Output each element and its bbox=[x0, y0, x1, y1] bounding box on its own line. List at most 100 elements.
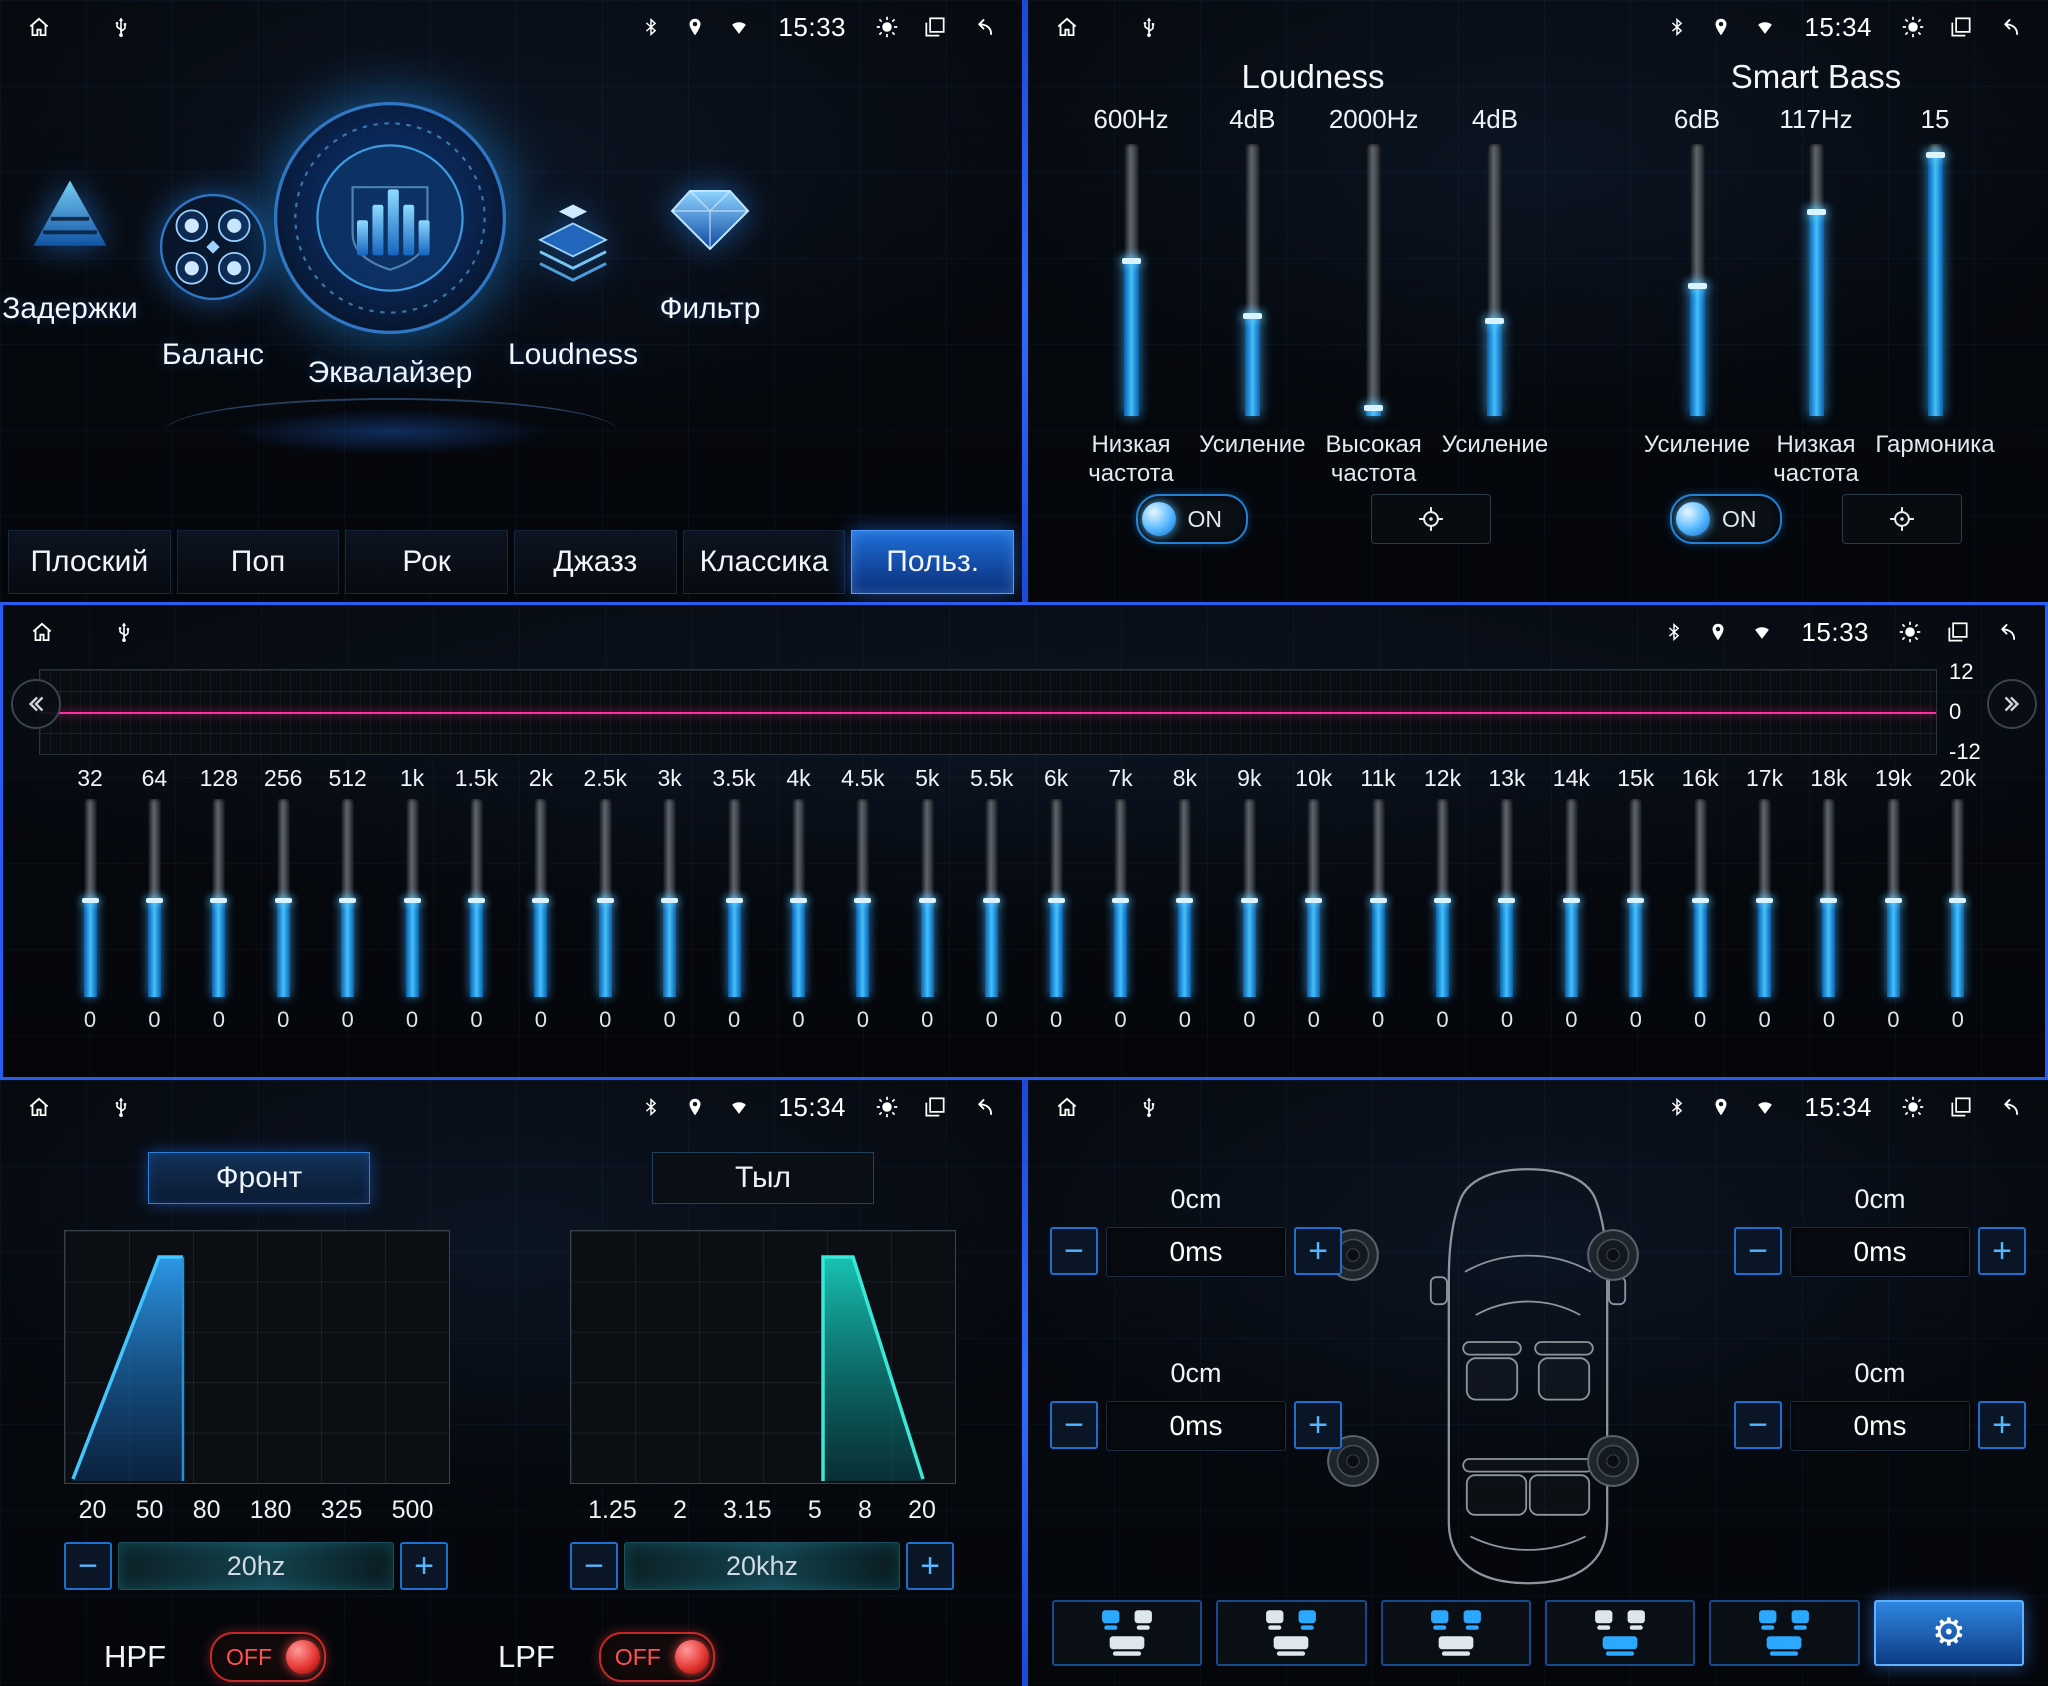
vertical-slider[interactable]: 2000Hz Высокая частота bbox=[1317, 104, 1431, 490]
eq-band[interactable]: 13k 0 bbox=[1478, 765, 1536, 1065]
back-icon[interactable] bbox=[970, 14, 996, 40]
recents-icon[interactable] bbox=[1945, 619, 1971, 645]
eq-band[interactable]: 32 0 bbox=[61, 765, 119, 1065]
eq-band[interactable]: 16k 0 bbox=[1671, 765, 1729, 1065]
recents-icon[interactable] bbox=[1948, 14, 1974, 40]
delay-increase-button[interactable]: + bbox=[1978, 1227, 2026, 1275]
tab-front[interactable]: Фронт bbox=[148, 1152, 370, 1204]
band-track[interactable] bbox=[856, 799, 869, 997]
eq-band[interactable]: 256 0 bbox=[254, 765, 312, 1065]
vertical-slider[interactable]: 117Hz Низкая частота bbox=[1759, 104, 1873, 490]
home-icon[interactable] bbox=[26, 14, 52, 40]
eq-band[interactable]: 1k 0 bbox=[383, 765, 441, 1065]
band-track[interactable] bbox=[792, 799, 805, 997]
brightness-icon[interactable] bbox=[1900, 1094, 1926, 1120]
eq-band[interactable]: 2k 0 bbox=[512, 765, 570, 1065]
menu-item-filter[interactable]: Фильтр bbox=[635, 150, 785, 326]
band-track[interactable] bbox=[599, 799, 612, 997]
delay-decrease-button[interactable]: − bbox=[1734, 1227, 1782, 1275]
preset-button[interactable]: Джазз bbox=[514, 530, 677, 594]
recents-icon[interactable] bbox=[922, 1094, 948, 1120]
eq-band[interactable]: 5k 0 bbox=[898, 765, 956, 1065]
band-track[interactable] bbox=[534, 799, 547, 997]
menu-item-delays[interactable]: Задержки bbox=[0, 150, 145, 326]
lpf-off-toggle[interactable]: OFF bbox=[599, 1632, 715, 1682]
lpf-increase-button[interactable]: + bbox=[906, 1542, 954, 1590]
band-track[interactable] bbox=[1372, 799, 1385, 997]
band-track[interactable] bbox=[212, 799, 225, 997]
back-icon[interactable] bbox=[1996, 14, 2022, 40]
band-track[interactable] bbox=[663, 799, 676, 997]
eq-band[interactable]: 7k 0 bbox=[1092, 765, 1150, 1065]
listening-position-button-4[interactable] bbox=[1545, 1600, 1695, 1666]
band-track[interactable] bbox=[1887, 799, 1900, 997]
home-icon[interactable] bbox=[1054, 1094, 1080, 1120]
eq-band[interactable]: 6k 0 bbox=[1027, 765, 1085, 1065]
band-track[interactable] bbox=[1951, 799, 1964, 997]
brightness-icon[interactable] bbox=[874, 1094, 900, 1120]
eq-band[interactable]: 15k 0 bbox=[1607, 765, 1665, 1065]
slider-track[interactable] bbox=[1928, 144, 1943, 416]
scroll-left-button[interactable] bbox=[11, 679, 61, 729]
listening-position-button-2[interactable] bbox=[1216, 1600, 1366, 1666]
band-track[interactable] bbox=[1436, 799, 1449, 997]
preset-button[interactable]: Поп bbox=[177, 530, 340, 594]
delay-decrease-button[interactable]: − bbox=[1050, 1401, 1098, 1449]
back-icon[interactable] bbox=[970, 1094, 996, 1120]
band-track[interactable] bbox=[1243, 799, 1256, 997]
eq-band[interactable]: 10k 0 bbox=[1285, 765, 1343, 1065]
preset-button[interactable]: Плоский bbox=[8, 530, 171, 594]
eq-band[interactable]: 128 0 bbox=[190, 765, 248, 1065]
slider-track[interactable] bbox=[1366, 144, 1381, 416]
slider-track[interactable] bbox=[1487, 144, 1502, 416]
band-track[interactable] bbox=[470, 799, 483, 997]
eq-band[interactable]: 9k 0 bbox=[1220, 765, 1278, 1065]
menu-item-equalizer[interactable]: Эквалайзер bbox=[260, 92, 520, 390]
vertical-slider[interactable]: 15 Гармоника bbox=[1878, 104, 1992, 490]
eq-band[interactable]: 1.5k 0 bbox=[447, 765, 505, 1065]
hpf-frequency-value[interactable]: 20hz bbox=[118, 1542, 394, 1590]
home-icon[interactable] bbox=[26, 1094, 52, 1120]
eq-band[interactable]: 2.5k 0 bbox=[576, 765, 634, 1065]
band-track[interactable] bbox=[921, 799, 934, 997]
eq-band[interactable]: 14k 0 bbox=[1542, 765, 1600, 1065]
delay-increase-button[interactable]: + bbox=[1978, 1401, 2026, 1449]
delay-increase-button[interactable]: + bbox=[1294, 1401, 1342, 1449]
listening-position-button-3[interactable] bbox=[1381, 1600, 1531, 1666]
eq-band[interactable]: 8k 0 bbox=[1156, 765, 1214, 1065]
home-icon[interactable] bbox=[1054, 14, 1080, 40]
preset-button[interactable]: Классика bbox=[683, 530, 846, 594]
eq-band[interactable]: 17k 0 bbox=[1736, 765, 1794, 1065]
delay-increase-button[interactable]: + bbox=[1294, 1227, 1342, 1275]
loudness-reset-button[interactable] bbox=[1371, 494, 1491, 544]
band-track[interactable] bbox=[341, 799, 354, 997]
home-icon[interactable] bbox=[29, 619, 55, 645]
band-track[interactable] bbox=[1565, 799, 1578, 997]
eq-band[interactable]: 5.5k 0 bbox=[963, 765, 1021, 1065]
band-track[interactable] bbox=[277, 799, 290, 997]
smartbass-on-toggle[interactable]: ON bbox=[1670, 494, 1782, 544]
eq-band[interactable]: 18k 0 bbox=[1800, 765, 1858, 1065]
band-track[interactable] bbox=[1307, 799, 1320, 997]
tab-rear[interactable]: Тыл bbox=[652, 1152, 874, 1204]
eq-band[interactable]: 3.5k 0 bbox=[705, 765, 763, 1065]
brightness-icon[interactable] bbox=[1900, 14, 1926, 40]
eq-band[interactable]: 4.5k 0 bbox=[834, 765, 892, 1065]
eq-band[interactable]: 3k 0 bbox=[641, 765, 699, 1065]
smartbass-reset-button[interactable] bbox=[1842, 494, 1962, 544]
vertical-slider[interactable]: 600Hz Низкая частота bbox=[1074, 104, 1188, 490]
band-track[interactable] bbox=[406, 799, 419, 997]
lpf-frequency-value[interactable]: 20khz bbox=[624, 1542, 900, 1590]
slider-track[interactable] bbox=[1690, 144, 1705, 416]
eq-band[interactable]: 19k 0 bbox=[1864, 765, 1922, 1065]
band-track[interactable] bbox=[1694, 799, 1707, 997]
delay-decrease-button[interactable]: − bbox=[1734, 1401, 1782, 1449]
band-track[interactable] bbox=[84, 799, 97, 997]
hpf-decrease-button[interactable]: − bbox=[64, 1542, 112, 1590]
vertical-slider[interactable]: 6dB Усиление bbox=[1640, 104, 1754, 490]
vertical-slider[interactable]: 4dB Усиление bbox=[1195, 104, 1309, 490]
band-track[interactable] bbox=[1178, 799, 1191, 997]
band-track[interactable] bbox=[148, 799, 161, 997]
eq-band[interactable]: 512 0 bbox=[319, 765, 377, 1065]
loudness-on-toggle[interactable]: ON bbox=[1136, 494, 1248, 544]
